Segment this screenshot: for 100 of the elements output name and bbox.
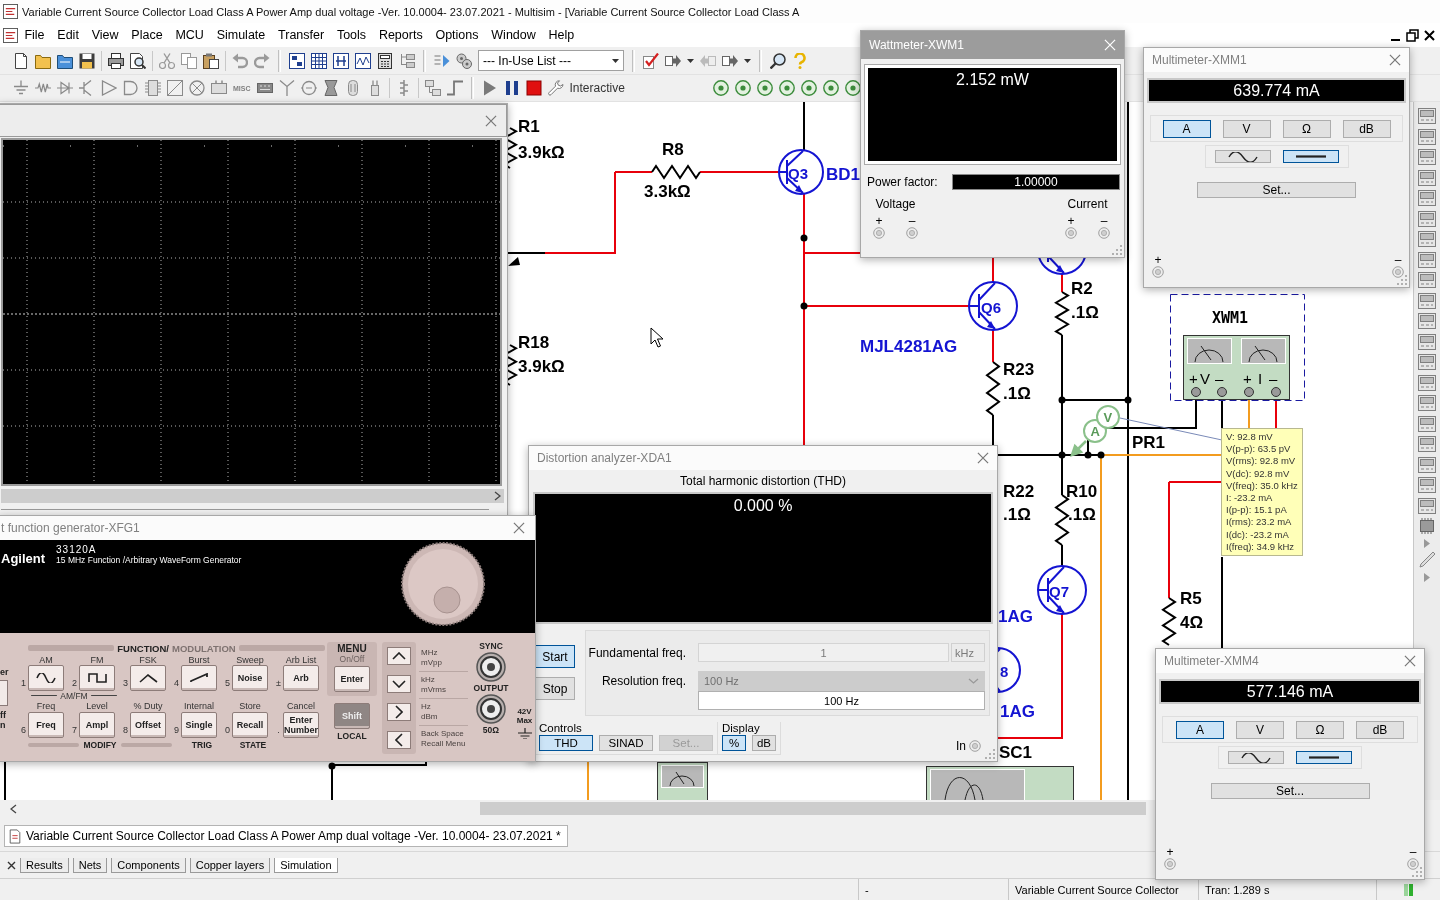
hierarchy-icon[interactable] xyxy=(424,80,441,96)
play-icon[interactable] xyxy=(481,80,498,96)
probe-icon[interactable] xyxy=(800,80,817,96)
display-unit-button[interactable]: dB xyxy=(752,735,776,751)
terminal-icon[interactable] xyxy=(1164,858,1176,870)
in-use-list-dropdown[interactable]: --- In-Use List --- xyxy=(478,50,624,71)
terminal-icon[interactable] xyxy=(906,227,918,239)
mode-button[interactable]: dB xyxy=(1356,720,1404,739)
tree-icon[interactable] xyxy=(399,52,415,69)
converter-icon[interactable] xyxy=(167,80,183,96)
resize-grip-icon[interactable] xyxy=(1397,275,1407,285)
spreadsheet-tab[interactable]: Components xyxy=(111,857,186,873)
set-button[interactable]: Set... xyxy=(1197,182,1356,198)
instrument-icon[interactable] xyxy=(1418,497,1436,514)
instrument-icon[interactable] xyxy=(1418,210,1436,227)
instrument-icon[interactable] xyxy=(1418,436,1436,452)
arrow-key[interactable] xyxy=(387,731,411,749)
function-key[interactable]: Enter Number xyxy=(283,712,319,738)
probe-icon[interactable] xyxy=(844,80,861,96)
probe-icon[interactable] xyxy=(734,80,751,96)
terminal-icon[interactable] xyxy=(1152,266,1164,278)
menu-item[interactable]: MCU xyxy=(169,25,211,45)
function-key[interactable]: Noise xyxy=(232,665,268,691)
instrument-icon[interactable] xyxy=(1418,354,1436,370)
close-icon[interactable] xyxy=(7,860,16,870)
chip-icon[interactable] xyxy=(145,80,161,96)
undo-icon[interactable] xyxy=(232,52,248,69)
spreadsheet-tab[interactable]: Nets xyxy=(72,857,108,873)
calculator-icon[interactable] xyxy=(377,52,393,69)
simulation-mode-label[interactable]: Interactive xyxy=(569,81,625,95)
file-icon[interactable] xyxy=(8,828,22,844)
probe-icon[interactable] xyxy=(778,80,795,96)
menu-item[interactable]: Place xyxy=(124,25,169,45)
menu-item[interactable]: Options xyxy=(429,25,485,45)
menu-item[interactable]: Reports xyxy=(372,25,430,45)
caret-icon[interactable] xyxy=(744,58,751,63)
instrument-icon[interactable] xyxy=(1418,292,1436,309)
menu-item[interactable]: Simulate xyxy=(210,25,272,45)
control-button[interactable]: SINAD xyxy=(599,735,653,751)
rotary-knob[interactable] xyxy=(401,542,485,626)
split-panel-icon[interactable] xyxy=(333,52,349,69)
caret-icon[interactable] xyxy=(612,58,619,63)
power-button[interactable] xyxy=(0,680,8,706)
terminal-icon[interactable] xyxy=(873,227,885,239)
motor-icon[interactable] xyxy=(300,80,317,96)
gears-icon[interactable] xyxy=(456,52,472,69)
instrument-icon[interactable] xyxy=(1418,415,1436,432)
signal-type-button[interactable] xyxy=(1282,150,1339,163)
antenna-icon[interactable] xyxy=(278,80,295,96)
probe-icon[interactable] xyxy=(712,80,729,96)
function-key[interactable] xyxy=(130,665,166,691)
print-preview-icon[interactable] xyxy=(130,52,146,69)
relay-icon[interactable] xyxy=(322,80,339,96)
bnc-connector-icon[interactable] xyxy=(476,694,506,724)
instrument-icon[interactable] xyxy=(1418,456,1436,473)
display-unit-button[interactable]: % xyxy=(722,735,746,751)
folder-icon[interactable] xyxy=(57,52,73,69)
indicator-icon[interactable] xyxy=(189,80,205,96)
menu-item[interactable]: Tools xyxy=(330,25,373,45)
mode-button[interactable]: V xyxy=(1236,720,1284,739)
menu-item[interactable]: Edit xyxy=(50,25,86,45)
enter-key[interactable]: Enter xyxy=(334,666,370,692)
step-icon[interactable] xyxy=(446,80,463,96)
menu-item[interactable]: Window xyxy=(484,25,543,45)
restore-icon[interactable] xyxy=(1406,28,1419,42)
mode-button[interactable]: Ω xyxy=(1282,119,1331,138)
instrument-icon[interactable] xyxy=(1418,272,1436,288)
menu-item[interactable]: View xyxy=(85,25,125,45)
zoom-icon[interactable] xyxy=(770,52,786,69)
instrument-icon[interactable] xyxy=(1418,333,1436,350)
scrollbar-thumb[interactable] xyxy=(480,802,1146,815)
probe-icon[interactable] xyxy=(822,80,839,96)
arrow-key[interactable] xyxy=(387,647,411,665)
scroll-right-icon[interactable] xyxy=(494,491,501,501)
stop-icon[interactable] xyxy=(525,80,542,96)
pause-icon[interactable] xyxy=(503,80,520,96)
paste-icon[interactable] xyxy=(203,52,219,69)
pen-icon[interactable] xyxy=(1419,552,1435,568)
instrument-icon[interactable] xyxy=(1418,169,1436,186)
signal-type-button[interactable] xyxy=(1296,751,1352,764)
chip-icon[interactable] xyxy=(1418,518,1436,534)
resize-grip-icon[interactable] xyxy=(1112,245,1122,255)
grid-icon[interactable] xyxy=(311,52,327,69)
close-icon[interactable] xyxy=(1423,28,1436,42)
arrow-key[interactable] xyxy=(387,703,411,721)
power-icon[interactable] xyxy=(211,80,227,96)
instrument-icon[interactable] xyxy=(1418,149,1436,165)
instrument-icon[interactable] xyxy=(1418,313,1436,329)
function-key[interactable]: Ampl xyxy=(79,712,115,738)
instrument-icon[interactable] xyxy=(1418,108,1436,124)
diode-icon[interactable] xyxy=(57,80,73,96)
terminal-icon[interactable] xyxy=(1392,266,1404,278)
keyboard-icon[interactable] xyxy=(256,80,273,96)
spreadsheet-tab[interactable]: Simulation xyxy=(274,857,338,873)
bnc-connector-icon[interactable] xyxy=(476,652,506,682)
function-key[interactable]: Arb xyxy=(283,665,319,691)
mode-button[interactable]: A xyxy=(1176,720,1224,739)
signal-type-button[interactable] xyxy=(1228,751,1284,764)
logic-gate-icon[interactable] xyxy=(123,80,139,96)
function-key[interactable]: Recall xyxy=(232,712,268,738)
